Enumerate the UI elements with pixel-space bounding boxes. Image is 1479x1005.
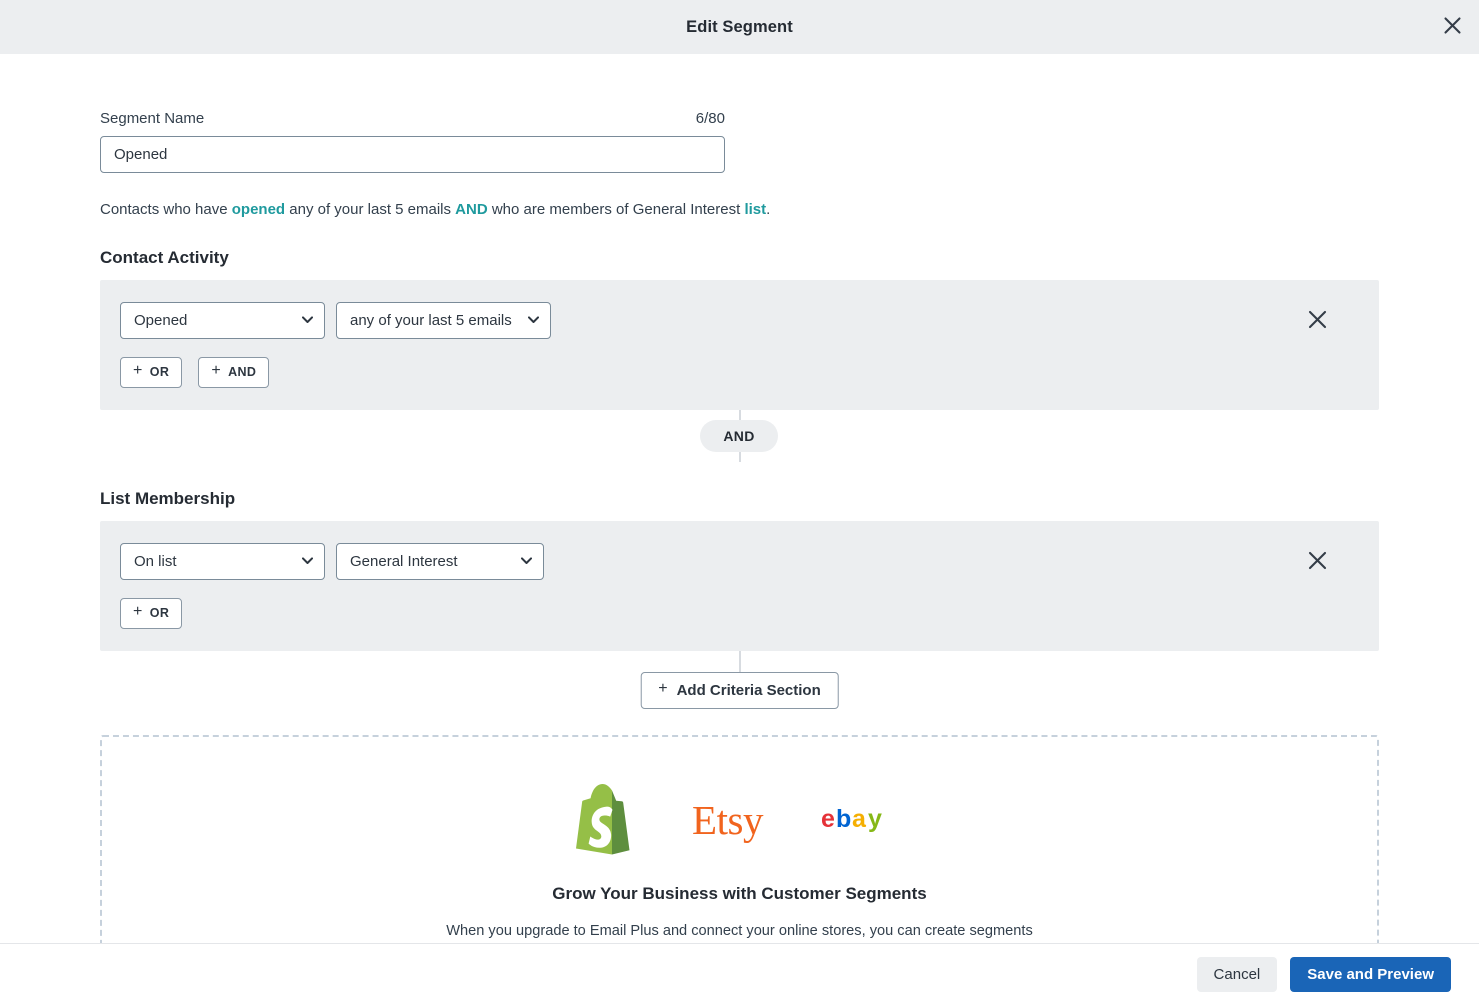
connector-and-pill: AND bbox=[700, 419, 778, 452]
description-accent-and: AND bbox=[455, 201, 488, 218]
description-part-3: who are members of General Interest bbox=[487, 201, 745, 218]
remove-contact-activity-section-button[interactable] bbox=[1302, 306, 1332, 336]
close-modal-button[interactable] bbox=[1425, 0, 1479, 54]
add-criteria-section-label: Add Criteria Section bbox=[676, 681, 821, 699]
svg-text:y: y bbox=[868, 805, 882, 833]
add-criteria-section-button[interactable]: + Add Criteria Section bbox=[640, 671, 839, 709]
add-or-condition-button[interactable]: + OR bbox=[120, 597, 183, 629]
remove-list-membership-section-button[interactable] bbox=[1302, 547, 1332, 577]
plus-icon: + bbox=[133, 603, 143, 621]
segment-name-input[interactable] bbox=[100, 136, 725, 173]
section-heading-list-membership: List Membership bbox=[100, 488, 236, 508]
list-membership-value-wrap: General Interest bbox=[336, 542, 544, 580]
segment-name-label-row: Segment Name 6/80 bbox=[100, 110, 725, 127]
shopify-logo bbox=[572, 780, 634, 861]
description-part-2: any of your last 5 emails bbox=[285, 201, 456, 218]
add-or-label: OR bbox=[149, 606, 170, 621]
list-membership-value-select[interactable]: General Interest bbox=[336, 542, 544, 580]
list-membership-operator-select[interactable]: On list bbox=[120, 542, 325, 580]
plus-icon: + bbox=[211, 362, 222, 380]
svg-text:b: b bbox=[836, 805, 851, 833]
svg-text:e: e bbox=[821, 805, 835, 833]
criteria-panel-list-membership: On list General Interest + OR bbox=[100, 520, 1379, 651]
criteria-panel-contact-activity: Opened any of your last 5 emails + OR + … bbox=[100, 279, 1379, 410]
section-heading-contact-activity: Contact Activity bbox=[100, 247, 229, 267]
page-title: Edit Segment bbox=[686, 17, 793, 36]
add-and-condition-button[interactable]: + AND bbox=[198, 356, 270, 388]
section-connector: AND bbox=[100, 409, 1379, 462]
contact-activity-operator-select[interactable]: Opened bbox=[120, 301, 325, 339]
segment-name-label: Segment Name bbox=[100, 110, 205, 127]
contact-activity-add-buttons: + OR + AND bbox=[120, 356, 1359, 388]
description-list-link[interactable]: list bbox=[744, 201, 766, 218]
plus-icon: + bbox=[133, 362, 143, 380]
etsy-logo: Etsy bbox=[692, 797, 763, 844]
edit-segment-modal: Edit Segment Segment Name 6/80 Contacts … bbox=[0, 0, 1479, 1005]
segment-description: Contacts who have opened any of your las… bbox=[100, 199, 1379, 221]
close-icon bbox=[1307, 550, 1328, 574]
upgrade-promo-box: Etsy e b a y Grow Your Business with Cus… bbox=[100, 734, 1379, 943]
list-membership-add-buttons: + OR bbox=[120, 597, 1359, 629]
ebay-logo: e b a y bbox=[821, 804, 907, 838]
list-membership-operator-wrap: On list bbox=[120, 542, 325, 580]
modal-body: Segment Name 6/80 Contacts who have open… bbox=[0, 54, 1479, 943]
criteria-row: Opened any of your last 5 emails bbox=[120, 301, 1359, 339]
promo-title: Grow Your Business with Customer Segment… bbox=[552, 883, 927, 903]
add-criteria-section-wrap: + Add Criteria Section bbox=[100, 650, 1379, 713]
description-accent-opened: opened bbox=[231, 201, 286, 218]
close-icon bbox=[1443, 16, 1462, 38]
modal-header: Edit Segment bbox=[0, 0, 1479, 54]
close-icon bbox=[1307, 309, 1328, 333]
modal-footer: Cancel Save and Preview bbox=[0, 943, 1479, 1005]
add-or-condition-button[interactable]: + OR bbox=[120, 356, 183, 388]
plus-icon: + bbox=[658, 680, 668, 698]
segment-name-counter: 6/80 bbox=[695, 110, 725, 127]
criteria-row: On list General Interest bbox=[120, 542, 1359, 580]
save-and-preview-button[interactable]: Save and Preview bbox=[1290, 957, 1451, 992]
contact-activity-value-wrap: any of your last 5 emails bbox=[336, 301, 551, 339]
cancel-button[interactable]: Cancel bbox=[1196, 957, 1278, 992]
promo-body: When you upgrade to Email Plus and conne… bbox=[446, 922, 1033, 939]
svg-text:a: a bbox=[852, 805, 867, 833]
add-and-label: AND bbox=[228, 365, 257, 380]
contact-activity-value-select[interactable]: any of your last 5 emails bbox=[336, 301, 551, 339]
add-or-label: OR bbox=[149, 365, 170, 380]
partner-logos: Etsy e b a y bbox=[102, 778, 1377, 864]
contact-activity-operator-wrap: Opened bbox=[120, 301, 325, 339]
description-part-1: Contacts who have bbox=[100, 201, 232, 218]
description-part-4: . bbox=[766, 201, 771, 218]
